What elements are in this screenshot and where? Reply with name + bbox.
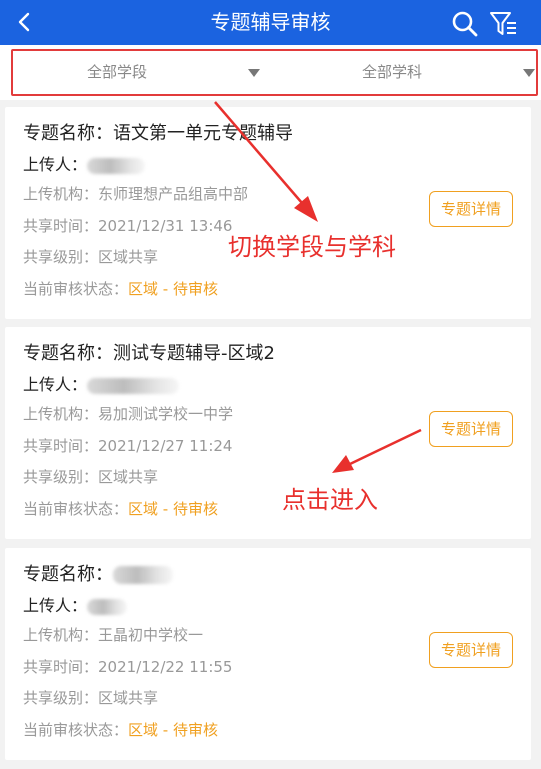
app-header: 专题辅导审核	[0, 0, 541, 45]
topic-detail-button[interactable]: 专题详情	[429, 632, 513, 668]
share-time-value: 2021/12/27 11:24	[98, 437, 233, 455]
topic-name-row: 专题名称：	[23, 560, 173, 586]
topic-name-label: 专题名称：	[23, 123, 113, 144]
redacted-uploader	[87, 157, 146, 174]
share-time-label: 共享时间：	[23, 658, 99, 676]
share-level-value: 区域共享	[98, 468, 159, 486]
topic-detail-button[interactable]: 专题详情	[429, 411, 513, 447]
share-level-row: 共享级别：区域共享	[23, 466, 158, 487]
org-label: 上传机构：	[23, 626, 99, 644]
share-time-row: 共享时间：2021/12/22 11:55	[23, 656, 232, 677]
uploader-row: 上传人：	[23, 151, 146, 175]
review-status-row: 当前审核状态：区域 - 待审核	[23, 498, 218, 519]
redacted-topic-name	[113, 566, 173, 584]
uploader-label: 上传人：	[23, 375, 88, 394]
share-time-row: 共享时间：2021/12/31 13:46	[23, 215, 232, 236]
share-level-row: 共享级别：区域共享	[23, 687, 158, 708]
share-level-label: 共享级别：	[23, 468, 99, 486]
org-label: 上传机构：	[23, 405, 99, 423]
subject-filter-dropdown[interactable]: 全部学科	[362, 45, 535, 100]
org-value: 王晶初中学校一	[98, 626, 204, 644]
org-label: 上传机构：	[23, 185, 99, 203]
share-level-value: 区域共享	[98, 689, 159, 707]
topic-name-label: 专题名称：	[23, 343, 113, 364]
uploader-row: 上传人：	[23, 371, 180, 395]
search-icon[interactable]	[451, 10, 479, 38]
org-value: 东师理想产品组高中部	[98, 185, 249, 203]
share-time-label: 共享时间：	[23, 437, 99, 455]
review-status-row: 当前审核状态：区域 - 待审核	[23, 278, 218, 299]
org-value: 易加测试学校一中学	[98, 405, 234, 423]
review-status-value: 区域 - 待审核	[128, 721, 218, 739]
caret-down-icon	[248, 69, 260, 77]
redacted-uploader	[87, 377, 180, 394]
caret-down-icon	[523, 69, 535, 77]
topic-detail-button[interactable]: 专题详情	[429, 191, 513, 227]
annotation-enter-text: 点击进入	[282, 486, 378, 514]
stage-filter-label: 全部学段	[87, 63, 148, 81]
topic-name-value: 语文第一单元专题辅导	[113, 123, 293, 144]
review-status-label: 当前审核状态：	[23, 280, 129, 298]
annotation-switch-text: 切换学段与学科	[228, 233, 396, 261]
org-row: 上传机构：易加测试学校一中学	[23, 403, 233, 424]
share-time-value: 2021/12/31 13:46	[98, 217, 233, 235]
org-row: 上传机构：东师理想产品组高中部	[23, 183, 248, 204]
share-level-label: 共享级别：	[23, 689, 99, 707]
share-time-row: 共享时间：2021/12/27 11:24	[23, 435, 232, 456]
org-row: 上传机构：王晶初中学校一	[23, 624, 203, 645]
topic-card: 专题名称： 上传人： 上传机构：王晶初中学校一 共享时间：2021/12/22 …	[5, 548, 531, 760]
subject-filter-label: 全部学科	[362, 63, 423, 81]
share-level-row: 共享级别：区域共享	[23, 246, 158, 267]
share-time-label: 共享时间：	[23, 217, 99, 235]
review-status-value: 区域 - 待审核	[128, 280, 218, 298]
topic-name-label: 专题名称：	[23, 564, 113, 585]
uploader-label: 上传人：	[23, 596, 88, 615]
topic-card: 专题名称：语文第一单元专题辅导 上传人： 上传机构：东师理想产品组高中部 共享时…	[5, 107, 531, 319]
review-status-label: 当前审核状态：	[23, 721, 129, 739]
topic-name-value: 测试专题辅导-区域2	[113, 343, 275, 364]
uploader-label: 上传人：	[23, 155, 88, 174]
topic-name-row: 专题名称：语文第一单元专题辅导	[23, 119, 293, 145]
topic-card: 专题名称：测试专题辅导-区域2 上传人： 上传机构：易加测试学校一中学 共享时间…	[5, 327, 531, 539]
review-status-value: 区域 - 待审核	[128, 500, 218, 518]
share-level-value: 区域共享	[98, 248, 159, 266]
review-status-row: 当前审核状态：区域 - 待审核	[23, 719, 218, 740]
topic-name-row: 专题名称：测试专题辅导-区域2	[23, 339, 275, 365]
review-status-label: 当前审核状态：	[23, 500, 129, 518]
share-level-label: 共享级别：	[23, 248, 99, 266]
uploader-row: 上传人：	[23, 592, 128, 616]
stage-filter-dropdown[interactable]: 全部学段	[87, 45, 260, 100]
filter-bar: 全部学段 全部学科	[0, 45, 541, 100]
redacted-uploader	[87, 598, 128, 615]
filter-icon[interactable]	[488, 10, 518, 38]
share-time-value: 2021/12/22 11:55	[98, 658, 233, 676]
